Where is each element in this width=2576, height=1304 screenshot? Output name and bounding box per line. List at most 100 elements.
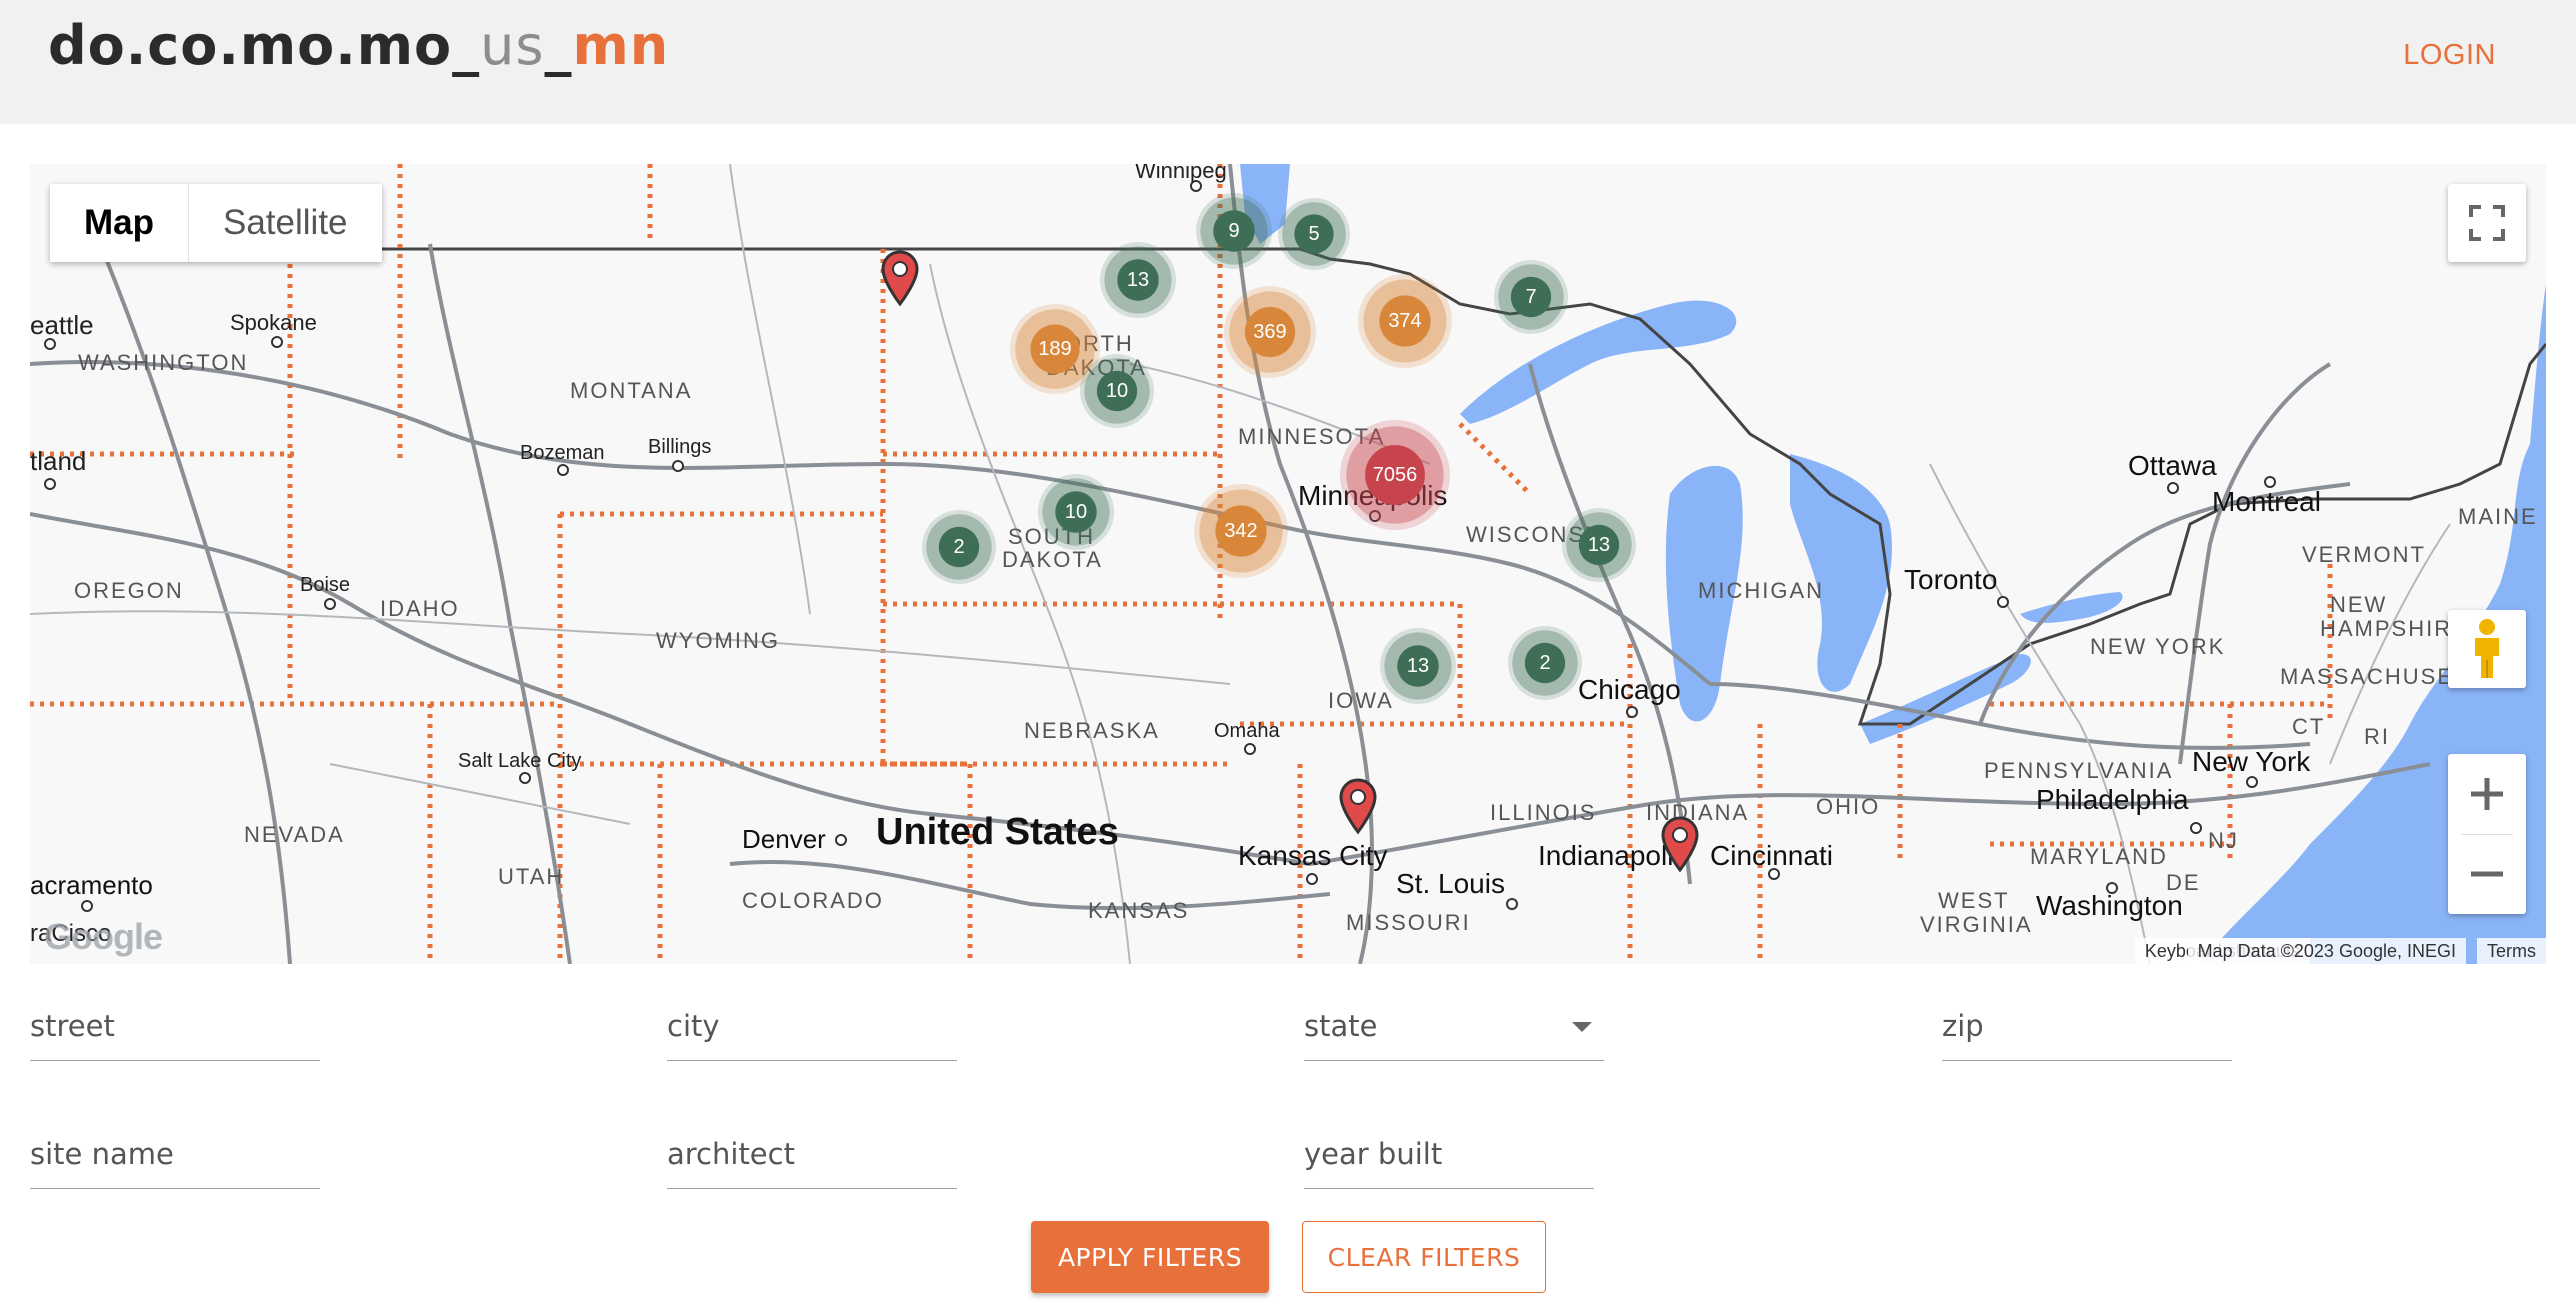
fullscreen-button[interactable] xyxy=(2448,184,2526,262)
map-label-west-virginia-1: WEST xyxy=(1938,888,2010,913)
map-cluster-count: 7 xyxy=(1525,285,1537,308)
pegman-icon xyxy=(2475,619,2499,678)
map-label-indianapolis: Indianapoli xyxy=(1538,840,1674,871)
map-cluster[interactable]: 7 xyxy=(1494,260,1568,334)
map-label-washington: WASHINGTON xyxy=(78,350,249,375)
map-cluster-count: 10 xyxy=(1105,379,1129,402)
city-field xyxy=(667,996,957,1061)
login-button[interactable]: LOGIN xyxy=(2397,38,2502,73)
map-marker-pin[interactable] xyxy=(1660,816,1700,872)
map-label-boise: Boise xyxy=(300,574,351,596)
map-cluster-count: 13 xyxy=(1406,654,1430,677)
map-cluster[interactable]: 369 xyxy=(1224,286,1316,378)
docomomo-logo[interactable]: do.co.mo.mo_us_mn xyxy=(48,14,669,84)
map-cluster-count: 5 xyxy=(1308,222,1320,245)
map-label-idaho: IDAHO xyxy=(380,596,460,621)
top-bar: do.co.mo.mo_us_mn LOGIN xyxy=(0,0,2576,124)
map-cluster-count: 13 xyxy=(1587,533,1611,556)
fullscreen-icon xyxy=(2469,205,2505,241)
logo-us-text: us xyxy=(480,14,545,77)
map-label-utah: UTAH xyxy=(498,864,565,889)
map-label-seattle: eattle xyxy=(30,310,94,340)
map-label-montana: MONTANA xyxy=(570,378,693,403)
state-field xyxy=(1304,996,1604,1061)
map-label-michigan: MICHIGAN xyxy=(1698,578,1824,603)
map-label-philadelphia: Philadelphia xyxy=(2036,784,2189,815)
year-built-field xyxy=(1304,1124,1594,1189)
map-label-new-hampshire-1: NEW xyxy=(2330,592,2388,617)
street-view-pegman-button[interactable] xyxy=(2448,610,2526,688)
city-input[interactable] xyxy=(667,996,957,1056)
map-label-st-louis: St. Louis xyxy=(1396,868,1505,899)
map-cluster-count: 2 xyxy=(1539,651,1551,674)
logo-mn-text: mn xyxy=(572,14,670,77)
map-label-new-hampshire-2: HAMPSHIRE xyxy=(2320,616,2469,641)
map-cluster[interactable]: 10 xyxy=(1080,354,1154,428)
site-name-input[interactable] xyxy=(30,1124,320,1184)
zoom-in-button[interactable] xyxy=(2448,755,2526,834)
map-cluster[interactable]: 9 xyxy=(1196,193,1272,269)
zip-field xyxy=(1942,996,2232,1061)
map-label-missouri: MISSOURI xyxy=(1346,910,1471,935)
map-marker-pin[interactable] xyxy=(1338,778,1378,834)
map-label-south-dakota-2: DAKOTA xyxy=(1002,547,1103,572)
plus-icon xyxy=(2471,778,2503,810)
map-cluster[interactable]: 7056 xyxy=(1340,420,1450,530)
map-cluster[interactable]: 374 xyxy=(1358,274,1452,368)
map-label-washington-dc: Washington xyxy=(2036,890,2183,921)
map-label-billings: Billings xyxy=(648,436,712,458)
map-label-cincinnati: Cincinnati xyxy=(1710,840,1833,871)
map-cluster-count: 374 xyxy=(1388,309,1422,332)
map-label-portland: tland xyxy=(30,446,87,476)
map-label-chicago: Chicago xyxy=(1578,674,1681,705)
map-label-denver: Denver xyxy=(742,824,826,854)
map-view[interactable]: Winnipeg eattle Spokane WASHINGTON MONTA… xyxy=(30,164,2546,964)
minus-icon xyxy=(2471,871,2503,877)
map-cluster-count: 7056 xyxy=(1372,463,1418,486)
map-data-attribution: Map Data ©2023 Google, INEGI xyxy=(2187,938,2466,964)
map-label-west-virginia-2: VIRGINIA xyxy=(1920,912,2033,937)
map-cluster-count: 2 xyxy=(953,535,965,558)
map-label-maryland: MARYLAND xyxy=(2030,844,2168,869)
logo-main-text: do.co.mo.mo_ xyxy=(48,14,481,77)
map-marker-pin[interactable] xyxy=(880,250,920,306)
google-logo: Google xyxy=(44,916,163,957)
zoom-control xyxy=(2448,754,2526,914)
street-input[interactable] xyxy=(30,996,320,1056)
map-label-nevada: NEVADA xyxy=(244,822,345,847)
zoom-out-button[interactable] xyxy=(2448,835,2526,914)
map-label-maine: MAINE xyxy=(2458,504,2538,529)
state-select[interactable] xyxy=(1304,996,1604,1056)
architect-input[interactable] xyxy=(667,1124,957,1184)
map-cluster[interactable]: 13 xyxy=(1562,508,1636,582)
year-built-input[interactable] xyxy=(1304,1124,1594,1184)
map-cluster-count: 9 xyxy=(1228,219,1240,242)
map-cluster[interactable]: 13 xyxy=(1100,242,1176,318)
clear-filters-button[interactable]: CLEAR FILTERS xyxy=(1302,1221,1546,1293)
map-cluster-count: 342 xyxy=(1224,519,1258,542)
architect-field xyxy=(667,1124,957,1189)
map-cluster-count: 13 xyxy=(1126,268,1150,291)
map-label-vermont: VERMONT xyxy=(2302,542,2426,567)
map-label-kansas: KANSAS xyxy=(1088,898,1190,923)
map-label-omaha: Omaha xyxy=(1214,720,1280,742)
site-name-field xyxy=(30,1124,320,1189)
apply-filters-button[interactable]: APPLY FILTERS xyxy=(1031,1221,1269,1293)
map-cluster[interactable]: 2 xyxy=(922,510,996,584)
map-cluster[interactable]: 342 xyxy=(1194,484,1288,578)
map-cluster[interactable]: 10 xyxy=(1038,474,1114,550)
map-type-map-button[interactable]: Map xyxy=(50,184,188,262)
map-cluster-count: 369 xyxy=(1253,320,1287,343)
map-label-spokane: Spokane xyxy=(230,310,317,335)
map-cluster[interactable]: 13 xyxy=(1380,628,1456,704)
terms-link[interactable]: Terms xyxy=(2477,938,2546,964)
map-cluster-count: 10 xyxy=(1064,500,1088,523)
dropdown-arrow-icon[interactable] xyxy=(1572,1022,1592,1032)
map-label-wyoming: WYOMING xyxy=(656,628,780,653)
map-label-ohio: OHIO xyxy=(1816,794,1881,819)
zip-input[interactable] xyxy=(1942,996,2232,1056)
map-label-oregon: OREGON xyxy=(74,578,184,603)
map-type-satellite-button[interactable]: Satellite xyxy=(189,184,382,262)
map-cluster[interactable]: 5 xyxy=(1278,198,1350,270)
map-cluster[interactable]: 2 xyxy=(1508,626,1582,700)
